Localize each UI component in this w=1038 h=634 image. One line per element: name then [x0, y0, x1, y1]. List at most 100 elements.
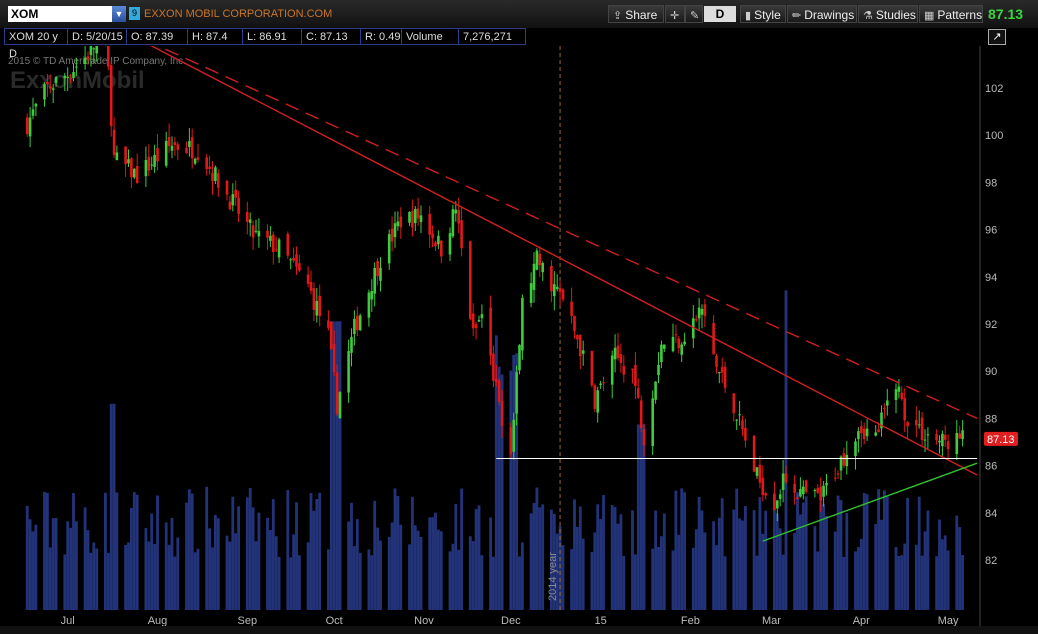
candle-body	[758, 464, 762, 483]
volume-bar	[801, 502, 805, 610]
volume-bar	[289, 557, 293, 610]
volume-bar	[535, 487, 539, 610]
candle-body	[955, 433, 959, 455]
current-price-label: 87.13	[987, 434, 1015, 446]
volume-bar	[104, 492, 107, 610]
candle-body	[196, 157, 200, 160]
share-button[interactable]: ⇪ Share	[608, 5, 664, 23]
patterns-button[interactable]: ▦ Patterns	[919, 5, 983, 23]
volume-bar	[434, 512, 437, 610]
candle-body	[799, 489, 802, 497]
x-tick-label: Aug	[148, 615, 168, 626]
volume-bar	[390, 522, 394, 610]
red-trendline	[150, 46, 978, 476]
drawings-button[interactable]: ✏ Drawings	[787, 5, 857, 23]
candle-body	[943, 434, 947, 440]
candle-body	[286, 233, 290, 256]
volume-bar	[755, 555, 759, 610]
price-tick-label: 90	[985, 366, 997, 378]
studies-button[interactable]: ⚗ Studies	[858, 5, 918, 23]
candle-body	[518, 344, 521, 371]
volume-bar	[309, 493, 313, 610]
candle-body	[454, 209, 458, 214]
candle-body	[755, 467, 759, 476]
candle-body	[469, 241, 472, 319]
volume-bar	[306, 542, 310, 610]
volume-bar	[717, 517, 721, 610]
candle-body	[732, 393, 736, 414]
volume-bar	[228, 541, 232, 610]
crosshair-tool-button[interactable]: ✛	[665, 5, 685, 23]
candle-body	[538, 253, 542, 266]
volume-bar	[874, 524, 878, 610]
candle-body	[228, 201, 232, 210]
candle-body	[448, 233, 452, 255]
price-chart[interactable]: 2015 © TD Ameritrade IP Company, Inc. Ex…	[0, 46, 1038, 626]
volume-bar	[897, 556, 901, 610]
volume-bar	[216, 518, 220, 610]
volume-bar	[778, 528, 782, 610]
chart-settings-icon[interactable]: ↗	[988, 29, 1006, 45]
volume-bar	[188, 489, 191, 610]
settings-tool-button[interactable]: ✎	[685, 5, 703, 23]
candle-body	[89, 46, 93, 55]
volume-bar	[602, 495, 605, 610]
bottom-scrollbar[interactable]	[0, 626, 1038, 634]
candle-body	[437, 235, 440, 245]
candle-body	[778, 494, 782, 499]
candle-body	[471, 313, 475, 329]
symbol-dropdown-icon[interactable]: ▼	[112, 6, 126, 22]
candle-body	[915, 420, 918, 426]
volume-bar	[532, 503, 536, 610]
volume-bar	[106, 552, 110, 610]
chart-id[interactable]: XOM 20 y D	[4, 28, 68, 60]
volume-bar	[34, 524, 38, 610]
candle-body	[561, 289, 565, 300]
candle-body	[306, 274, 310, 284]
candle-body	[246, 212, 249, 222]
volume-bar	[906, 497, 909, 610]
volume-bar	[173, 556, 177, 610]
bar-open: O: 87.39	[126, 28, 188, 45]
volume-bar	[457, 549, 461, 610]
candle-body	[75, 66, 78, 68]
candle-body	[613, 347, 617, 360]
link-badge[interactable]: 9	[129, 7, 140, 20]
candle-body	[332, 343, 336, 372]
volume-bar	[112, 403, 116, 611]
volume-bar	[958, 527, 962, 610]
candle-body	[193, 158, 197, 164]
candle-body	[836, 473, 840, 475]
volume-bar	[738, 518, 741, 610]
volume-bar	[347, 521, 350, 610]
volume-bar	[208, 528, 211, 610]
period-button[interactable]: D	[704, 6, 736, 22]
candle-body	[69, 78, 72, 79]
symbol-input[interactable]: XOM	[8, 6, 112, 22]
volume-label: Volume	[401, 28, 459, 45]
volume-bar	[286, 490, 290, 610]
volume-bar	[825, 515, 828, 610]
x-tick-label: Apr	[853, 615, 870, 626]
candle-body	[419, 215, 423, 223]
volume-bar	[153, 544, 156, 610]
candle-body	[457, 209, 460, 224]
candle-body	[804, 480, 808, 492]
volume-bar	[86, 530, 90, 610]
volume-bar	[150, 513, 154, 610]
volume-bar	[54, 518, 58, 610]
style-button[interactable]: ▮ Style	[740, 5, 786, 23]
candle-body	[677, 338, 681, 349]
x-tick-label: Nov	[414, 615, 434, 626]
price-tick-label: 82	[985, 555, 997, 567]
volume-bar	[914, 544, 918, 610]
candle-body	[127, 159, 130, 164]
volume-bar	[570, 549, 573, 610]
volume-bar	[631, 510, 634, 610]
candle-body	[654, 381, 657, 400]
candle-body	[109, 65, 113, 127]
volume-bar	[350, 502, 353, 610]
price-tick-label: 84	[985, 508, 997, 520]
volume-bar	[109, 403, 113, 611]
volume-bar	[883, 490, 886, 610]
